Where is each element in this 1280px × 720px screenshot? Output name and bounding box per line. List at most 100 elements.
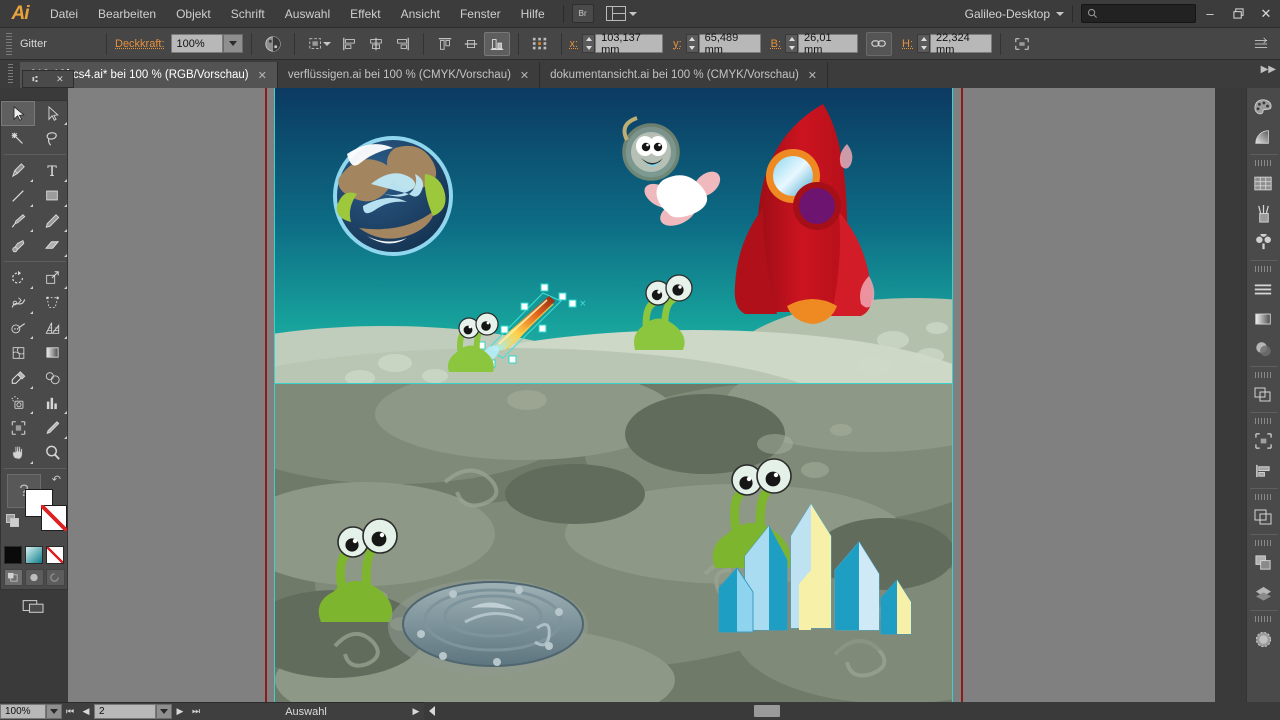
menu-ansicht[interactable]: Ansicht: [391, 3, 450, 25]
swatches-panel-icon[interactable]: [1247, 168, 1279, 198]
close-icon[interactable]: ✕: [56, 74, 64, 85]
line-segment-tool-icon[interactable]: [1, 183, 35, 208]
menu-objekt[interactable]: Objekt: [166, 3, 221, 25]
next-page-icon[interactable]: ▶: [172, 704, 188, 720]
align-right-icon[interactable]: [389, 32, 415, 56]
type-tool-icon[interactable]: T: [35, 158, 69, 183]
arrange-documents-button[interactable]: [606, 6, 637, 21]
document-tab-3[interactable]: dokumentansicht.ai bei 100 % (CMYK/Vorsc…: [540, 62, 828, 88]
minimize-button[interactable]: –: [1196, 0, 1224, 28]
color-panel-icon[interactable]: [1247, 92, 1279, 122]
restore-button[interactable]: [1224, 0, 1252, 28]
gradient-swatch[interactable]: [25, 546, 43, 564]
menu-auswahl[interactable]: Auswahl: [275, 3, 340, 25]
paintbrush-tool-icon[interactable]: [1, 208, 35, 233]
column-graph-tool-icon[interactable]: [35, 390, 69, 415]
dock-group-grip[interactable]: [1255, 540, 1273, 546]
lasso-tool-icon[interactable]: [35, 126, 69, 151]
dock-group-grip[interactable]: [1255, 266, 1273, 272]
height-field[interactable]: 22,324 mm: [930, 34, 992, 53]
space-scene-artboard[interactable]: ×: [275, 88, 952, 384]
height-stepper[interactable]: [917, 34, 930, 53]
menu-datei[interactable]: Datei: [40, 3, 88, 25]
horizontal-scroll-thumb[interactable]: [754, 705, 780, 717]
tab-dock-arrow-icon[interactable]: ▶▶: [1261, 64, 1276, 75]
dock-group-grip[interactable]: [1255, 160, 1273, 166]
transparency-panel-icon[interactable]: [1247, 334, 1279, 364]
chevron-down-icon[interactable]: [1056, 12, 1064, 16]
mesh-tool-icon[interactable]: [1, 340, 35, 365]
floating-panel-handle[interactable]: ⑆ ✕: [22, 70, 74, 88]
shape-builder-tool-icon[interactable]: [1, 315, 35, 340]
stroke-swatch[interactable]: [41, 505, 67, 531]
tab-bar-grip[interactable]: [0, 60, 20, 88]
control-bar-grip[interactable]: [6, 33, 12, 55]
align-bottom-icon[interactable]: [484, 32, 510, 56]
pencil-tool-icon[interactable]: [35, 208, 69, 233]
x-stepper[interactable]: [582, 34, 595, 53]
search-input[interactable]: [1081, 4, 1196, 23]
align-left-icon[interactable]: [337, 32, 363, 56]
dock-group-grip[interactable]: [1255, 418, 1273, 424]
magic-wand-tool-icon[interactable]: [1, 126, 35, 151]
first-page-icon[interactable]: ⏮: [62, 704, 78, 720]
pathfinder-panel-icon[interactable]: [1247, 380, 1279, 410]
rotate-tool-icon[interactable]: [1, 265, 35, 290]
swap-fill-stroke-icon[interactable]: ↶: [52, 473, 61, 486]
collapse-icon[interactable]: ⑆: [32, 74, 37, 84]
stroke-panel-icon[interactable]: [1247, 274, 1279, 304]
color-guide-panel-icon[interactable]: [1247, 122, 1279, 152]
close-icon[interactable]: ✕: [520, 69, 529, 82]
selection-tool-icon[interactable]: [1, 101, 35, 126]
last-page-icon[interactable]: ⏭: [188, 704, 204, 720]
default-fill-stroke-icon[interactable]: [6, 514, 21, 529]
distribute-icon[interactable]: [527, 32, 553, 56]
graphic-styles-panel-icon[interactable]: [1247, 624, 1279, 654]
scale-tool-icon[interactable]: [35, 265, 69, 290]
chevron-down-icon[interactable]: [323, 42, 331, 46]
gradient-panel-icon[interactable]: [1247, 304, 1279, 334]
page-number-field[interactable]: 2: [94, 704, 156, 719]
transparency-icon[interactable]: [260, 32, 286, 56]
appearance-panel-icon[interactable]: [1247, 578, 1279, 608]
direct-selection-tool-icon[interactable]: [35, 101, 69, 126]
gradient-tool-icon[interactable]: [35, 340, 69, 365]
zoom-tool-icon[interactable]: [35, 440, 69, 465]
document-tab-2[interactable]: verflüssigen.ai bei 100 % (CMYK/Vorschau…: [278, 62, 540, 88]
dock-group-grip[interactable]: [1255, 372, 1273, 378]
dock-group-grip[interactable]: [1255, 494, 1273, 500]
blob-brush-tool-icon[interactable]: [1, 233, 35, 258]
close-icon[interactable]: ✕: [258, 69, 267, 82]
moon-surface-artboard[interactable]: [275, 384, 952, 702]
close-button[interactable]: ✕: [1252, 0, 1280, 28]
close-icon[interactable]: ✕: [808, 69, 817, 82]
zoom-dropdown[interactable]: [46, 704, 62, 719]
symbol-sprayer-tool-icon[interactable]: [1, 390, 35, 415]
opacity-value[interactable]: 100%: [171, 34, 223, 53]
workspace-name[interactable]: Galileo-Desktop: [965, 7, 1050, 21]
transform-panel-icon[interactable]: [1247, 502, 1279, 532]
previous-page-icon[interactable]: ◀: [78, 704, 94, 720]
document-canvas[interactable]: ×: [68, 88, 1215, 702]
status-menu-icon[interactable]: ▶: [408, 704, 424, 720]
link-icon[interactable]: [866, 32, 892, 56]
brushes-panel-icon[interactable]: [1247, 198, 1279, 228]
perspective-grid-tool-icon[interactable]: [35, 315, 69, 340]
scroll-left-button[interactable]: [424, 703, 439, 718]
hand-tool-icon[interactable]: [1, 440, 35, 465]
zoom-level-field[interactable]: 100%: [0, 704, 46, 719]
dock-group-grip[interactable]: [1255, 616, 1273, 622]
width-tool-icon[interactable]: [1, 290, 35, 315]
artboard-tool-icon[interactable]: [1, 415, 35, 440]
free-transform-tool-icon[interactable]: [35, 290, 69, 315]
layers-panel-icon[interactable]: [1247, 548, 1279, 578]
opacity-dropdown[interactable]: [223, 34, 243, 53]
menu-fenster[interactable]: Fenster: [450, 3, 511, 25]
artboards-panel-icon[interactable]: [1247, 426, 1279, 456]
eraser-tool-icon[interactable]: [35, 233, 69, 258]
symbols-panel-icon[interactable]: [1247, 228, 1279, 258]
page-dropdown[interactable]: [156, 704, 172, 719]
draw-inside-icon[interactable]: [46, 569, 65, 586]
color-swatch-black[interactable]: [4, 546, 22, 564]
transform-icon[interactable]: [1009, 32, 1035, 56]
